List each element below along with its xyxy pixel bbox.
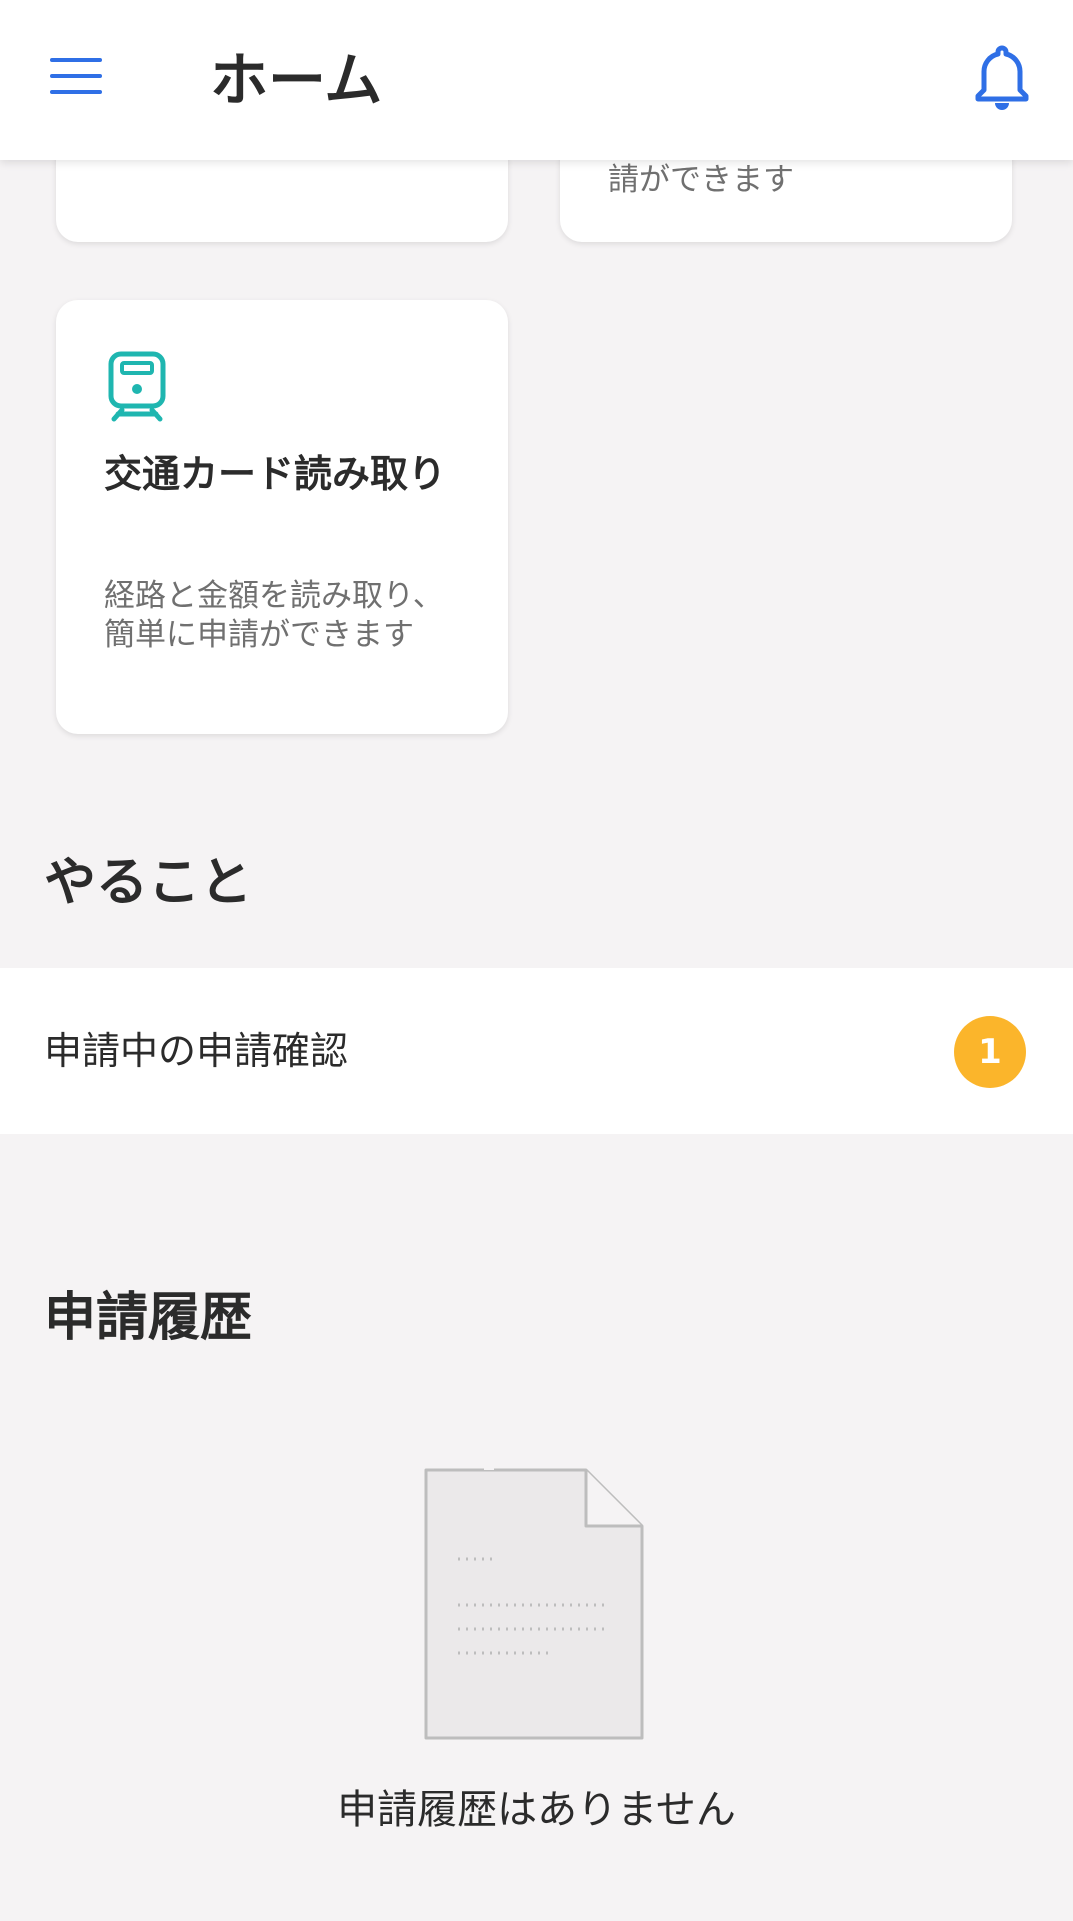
todo-item-pending-requests[interactable]: 申請中の申請確認 1 bbox=[0, 968, 1073, 1134]
app-header: ホーム bbox=[0, 0, 1073, 160]
bell-icon[interactable] bbox=[972, 44, 1032, 114]
page-title: ホーム bbox=[210, 46, 383, 114]
card-description: 経路と金額を読み取り、簡単に申請ができます bbox=[104, 578, 444, 653]
train-icon bbox=[106, 350, 168, 422]
history-section-title: 申請履歴 bbox=[44, 1288, 253, 1348]
empty-history-message: 申請履歴はありません bbox=[337, 1787, 736, 1833]
todo-item-label: 申請中の申請確認 bbox=[44, 1029, 349, 1073]
count-badge: 1 bbox=[954, 1016, 1026, 1088]
app-root: ホーム 請ができます 交通カード読み取り 経路と金額を読み取り、簡単に申請ができ… bbox=[0, 0, 1073, 1921]
card-description: 請ができます bbox=[608, 162, 794, 198]
hamburger-menu-icon[interactable] bbox=[44, 50, 108, 102]
todo-section-title: やること bbox=[44, 853, 253, 913]
transit-card-read-card[interactable]: 交通カード読み取り 経路と金額を読み取り、簡単に申請ができます bbox=[56, 300, 508, 734]
card-title: 交通カード読み取り bbox=[104, 452, 447, 496]
empty-document-icon bbox=[424, 1466, 644, 1740]
